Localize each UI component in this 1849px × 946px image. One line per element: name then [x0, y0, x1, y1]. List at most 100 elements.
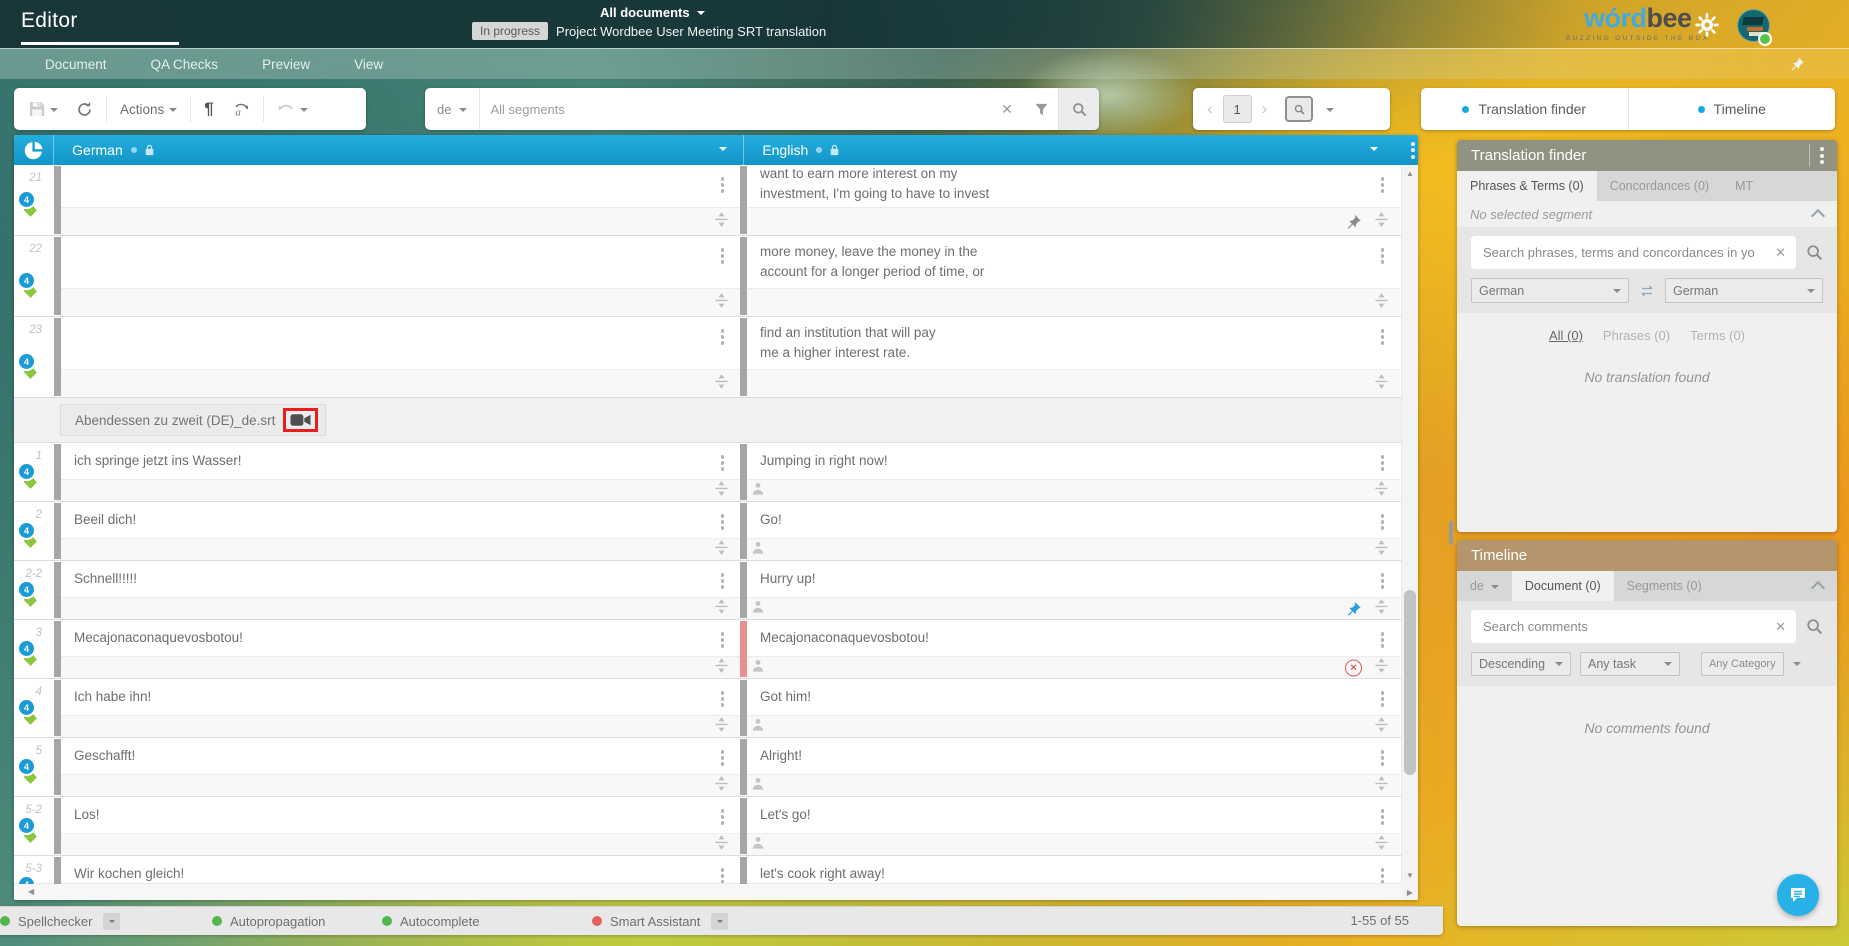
- search-language-dropdown[interactable]: de: [425, 88, 480, 130]
- clear-icon[interactable]: ✕: [1773, 619, 1788, 635]
- row-resize-handle[interactable]: [715, 717, 728, 737]
- target-cell-menu[interactable]: [1378, 629, 1388, 651]
- menu-item-document[interactable]: Document: [45, 57, 107, 72]
- source-language-dropdown[interactable]: German: [1471, 278, 1629, 303]
- row-resize-handle[interactable]: [1375, 717, 1388, 737]
- timeline-language-dropdown[interactable]: de: [1457, 571, 1512, 601]
- scroll-left-arrow[interactable]: ◀: [28, 887, 34, 896]
- clear-search-icon[interactable]: ✕: [990, 88, 1024, 130]
- row-resize-handle[interactable]: [1375, 540, 1388, 560]
- row-resize-handle[interactable]: [1375, 481, 1388, 501]
- row-resize-handle[interactable]: [1375, 776, 1388, 796]
- chevron-down-icon[interactable]: [719, 147, 727, 155]
- source-cell[interactable]: Beeil dich!: [54, 502, 740, 538]
- kebab-menu-icon[interactable]: [1809, 144, 1827, 167]
- menu-item-qa-checks[interactable]: QA Checks: [151, 57, 219, 72]
- gear-icon[interactable]: [1695, 13, 1719, 37]
- source-cell[interactable]: Los!: [54, 797, 740, 833]
- source-cell-menu[interactable]: [718, 452, 728, 474]
- refresh-button[interactable]: [67, 88, 102, 130]
- filter-phrases[interactable]: Phrases (0): [1603, 328, 1670, 343]
- row-resize-handle[interactable]: [1375, 835, 1388, 855]
- target-column-header[interactable]: English: [744, 135, 1408, 165]
- show-formatting-button[interactable]: ¶: [195, 88, 222, 130]
- target-cell-menu[interactable]: [1378, 245, 1388, 267]
- row-resize-handle[interactable]: [1375, 212, 1388, 232]
- menu-item-view[interactable]: View: [354, 57, 383, 72]
- chevron-down-icon[interactable]: [1793, 662, 1801, 670]
- target-cell[interactable]: Jumping in right now!: [740, 443, 1400, 479]
- target-cell[interactable]: find an institution that will pay me a h…: [740, 317, 1400, 369]
- row-resize-handle[interactable]: [1375, 599, 1388, 619]
- row-resize-handle[interactable]: [715, 835, 728, 855]
- source-cell[interactable]: ich springe jetzt ins Wasser!: [54, 443, 740, 479]
- scrollbar-thumb[interactable]: [1404, 590, 1416, 775]
- filter-all[interactable]: All (0): [1549, 328, 1583, 343]
- menu-item-preview[interactable]: Preview: [262, 57, 310, 72]
- source-cell[interactable]: [54, 317, 740, 369]
- tab-segments[interactable]: Segments (0): [1614, 571, 1715, 601]
- status-item-dropdown[interactable]: [103, 913, 120, 930]
- timeline-toggle[interactable]: Timeline: [1628, 88, 1836, 130]
- status-item-dropdown[interactable]: [711, 913, 728, 930]
- page-number-input[interactable]: 1: [1223, 95, 1252, 123]
- target-cell-menu[interactable]: [1378, 806, 1388, 828]
- target-cell-menu[interactable]: [1378, 452, 1388, 474]
- source-cell[interactable]: [54, 236, 740, 288]
- target-cell[interactable]: Hurry up!: [740, 561, 1400, 597]
- source-cell-menu[interactable]: [718, 511, 728, 533]
- video-camera-icon[interactable]: [290, 413, 311, 427]
- task-filter-dropdown[interactable]: Any task: [1580, 652, 1680, 676]
- source-cell-menu[interactable]: [718, 174, 728, 196]
- filter-terms[interactable]: Terms (0): [1690, 328, 1745, 343]
- status-bar-item[interactable]: Smart Assistant: [592, 907, 728, 935]
- target-cell-menu[interactable]: [1378, 326, 1388, 348]
- actions-button[interactable]: Actions: [111, 88, 186, 130]
- save-button[interactable]: [20, 88, 67, 130]
- phrase-search-input[interactable]: [1481, 244, 1773, 261]
- row-resize-handle[interactable]: [1375, 293, 1388, 313]
- tab-document[interactable]: Document (0): [1512, 571, 1614, 601]
- search-icon[interactable]: [1806, 244, 1823, 261]
- previous-page-button[interactable]: ‹: [1201, 99, 1219, 119]
- target-cell-menu[interactable]: [1378, 174, 1388, 196]
- tab-phrases-terms[interactable]: Phrases & Terms (0): [1457, 171, 1597, 201]
- pin-icon[interactable]: [1345, 213, 1362, 230]
- search-button[interactable]: [1058, 88, 1099, 130]
- status-bar-item[interactable]: Autocomplete: [382, 907, 480, 935]
- row-resize-handle[interactable]: [715, 776, 728, 796]
- target-cell-menu[interactable]: [1378, 865, 1388, 884]
- row-resize-handle[interactable]: [1375, 658, 1388, 678]
- source-cell-menu[interactable]: [718, 629, 728, 651]
- chevron-down-icon[interactable]: [1370, 147, 1378, 155]
- page-search-button[interactable]: [1285, 96, 1313, 122]
- find-replace-button[interactable]: a: [223, 88, 259, 130]
- collapse-chevron-icon[interactable]: [1811, 581, 1825, 595]
- tab-mt[interactable]: MT: [1722, 171, 1766, 201]
- undo-button[interactable]: [268, 88, 317, 130]
- category-filter-dropdown[interactable]: Any Category: [1701, 652, 1784, 676]
- comment-search-input[interactable]: [1481, 618, 1773, 635]
- documents-dropdown[interactable]: All documents: [600, 5, 705, 20]
- translation-finder-toggle[interactable]: Translation finder: [1421, 88, 1628, 130]
- clear-icon[interactable]: ✕: [1773, 245, 1788, 261]
- target-cell[interactable]: more money, leave the money in the accou…: [740, 236, 1400, 288]
- scroll-up-arrow[interactable]: ▲: [1402, 169, 1418, 178]
- target-cell-menu[interactable]: [1378, 747, 1388, 769]
- row-resize-handle[interactable]: [715, 212, 728, 232]
- source-cell[interactable]: Geschafft!: [54, 738, 740, 774]
- target-cell-menu[interactable]: [1378, 511, 1388, 533]
- source-cell-menu[interactable]: [718, 747, 728, 769]
- target-cell[interactable]: Let's go!: [740, 797, 1400, 833]
- pin-menu-icon[interactable]: [1789, 56, 1805, 72]
- filter-funnel-icon[interactable]: [1024, 88, 1058, 130]
- source-cell[interactable]: Mecajonaconaquevosbotou!: [54, 620, 740, 656]
- sort-order-dropdown[interactable]: Descending: [1471, 652, 1571, 676]
- row-resize-handle[interactable]: [715, 540, 728, 560]
- target-cell[interactable]: Alright!: [740, 738, 1400, 774]
- next-page-button[interactable]: ›: [1256, 99, 1274, 119]
- vertical-scrollbar[interactable]: ▲ ▼: [1401, 165, 1418, 884]
- grid-menu[interactable]: [1408, 135, 1418, 165]
- segment-search-input[interactable]: [480, 102, 990, 117]
- search-icon[interactable]: [1806, 618, 1823, 635]
